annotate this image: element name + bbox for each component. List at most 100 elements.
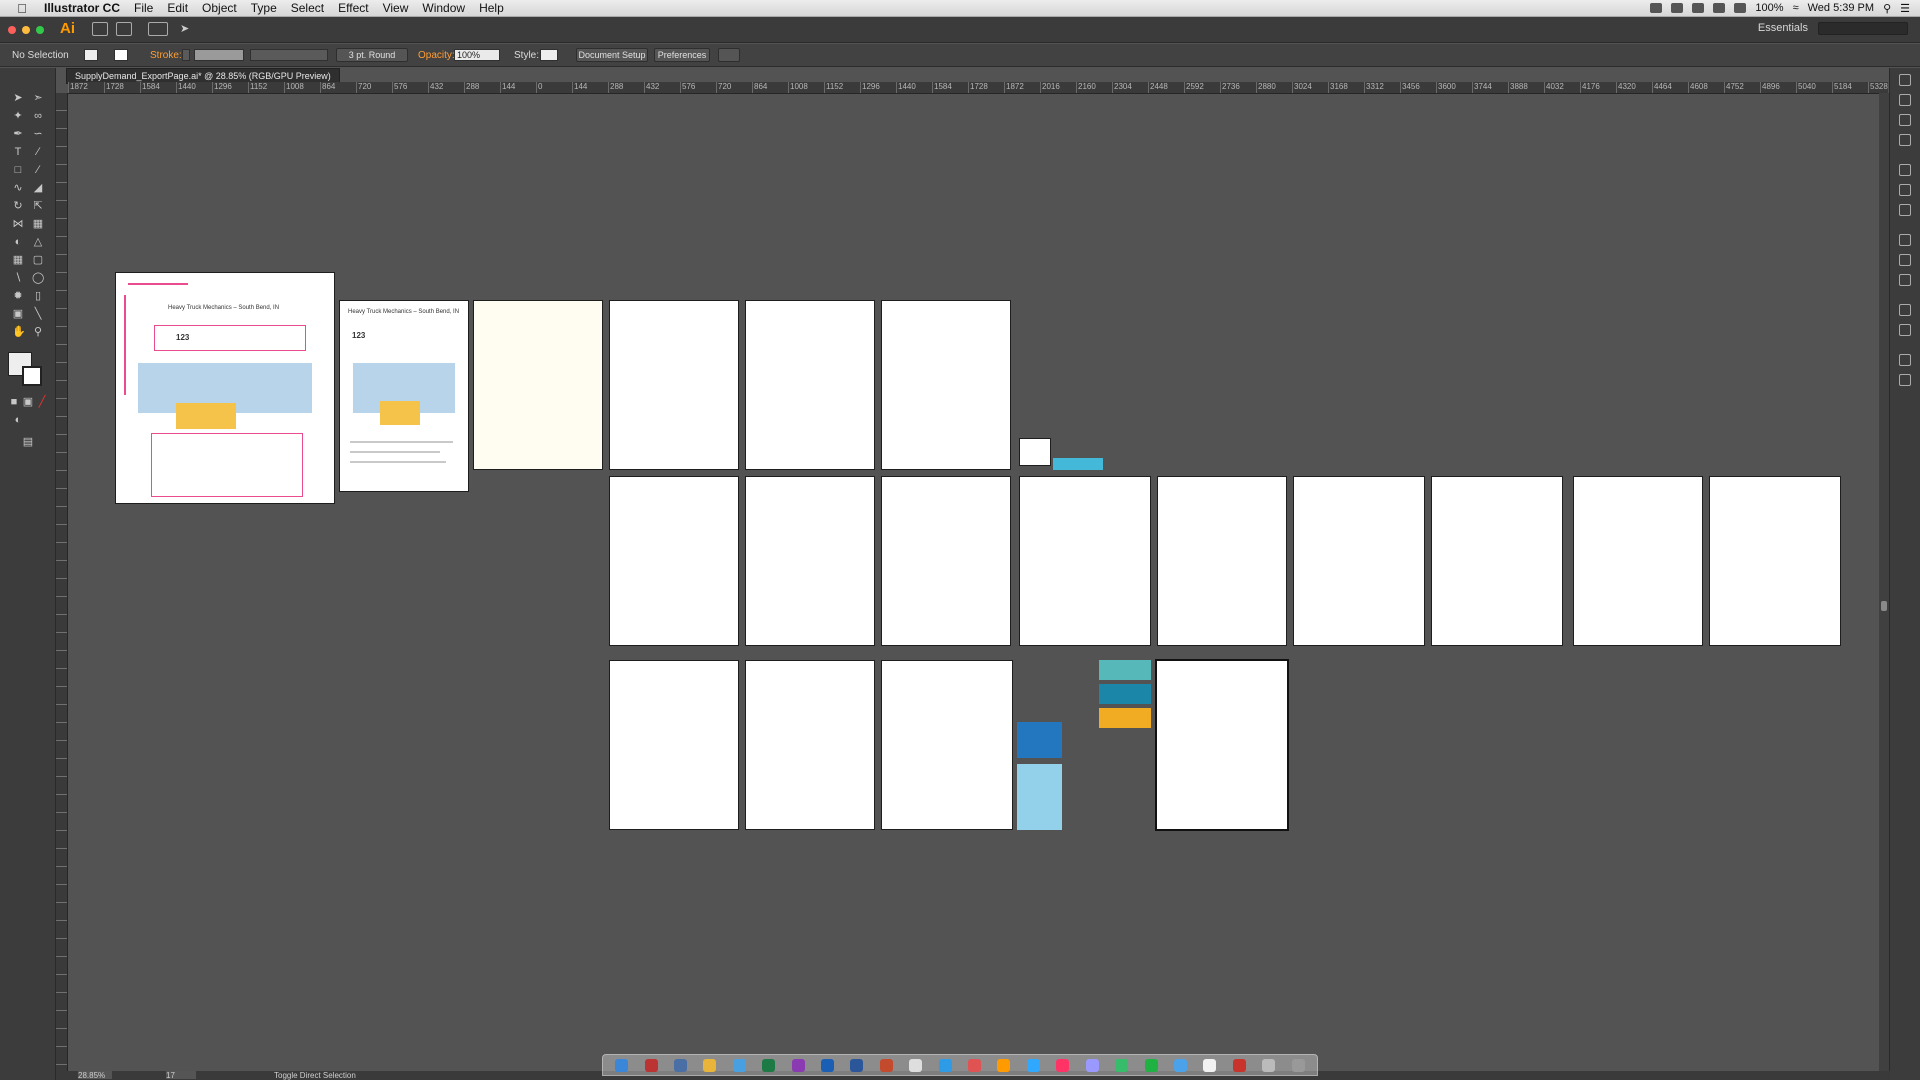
document-setup-button[interactable]: Document Setup <box>576 48 648 62</box>
dropbox-icon[interactable] <box>1650 3 1663 13</box>
menu-effect[interactable]: Effect <box>338 1 368 15</box>
none-mode-icon[interactable]: ╱ <box>36 396 48 408</box>
artboard-page-5[interactable] <box>745 300 875 470</box>
menu-select[interactable]: Select <box>291 1 324 15</box>
stroke-panel-icon[interactable] <box>1899 234 1911 246</box>
symbol-sprayer-tool-icon[interactable]: ✹ <box>12 290 24 302</box>
rotate-tool-icon[interactable]: ↻ <box>12 200 24 212</box>
artboard-page-12[interactable] <box>1293 476 1425 646</box>
menu-edit[interactable]: Edit <box>167 1 188 15</box>
display-icon[interactable] <box>1692 3 1705 13</box>
artboard-page-10[interactable] <box>1019 476 1151 646</box>
battery-label[interactable]: 100% <box>1755 2 1783 14</box>
perspective-grid-tool-icon[interactable]: △ <box>32 236 44 248</box>
muse-icon[interactable] <box>1115 1058 1129 1072</box>
artboard-page-9[interactable] <box>881 476 1011 646</box>
gradient-panel-icon[interactable] <box>1899 254 1911 266</box>
properties-panel-icon[interactable] <box>1899 94 1911 106</box>
close-window-icon[interactable] <box>8 26 16 34</box>
swatch-blue[interactable] <box>1017 722 1062 758</box>
evernote-icon[interactable] <box>1671 3 1684 13</box>
menu-view[interactable]: View <box>383 1 409 15</box>
slice-tool-icon[interactable]: ╲ <box>32 308 44 320</box>
panel-collapse-icon[interactable] <box>1899 74 1911 86</box>
outlook-icon[interactable] <box>821 1058 835 1072</box>
menu-help[interactable]: Help <box>479 1 504 15</box>
trash-icon[interactable] <box>1291 1058 1305 1072</box>
excel-icon[interactable] <box>762 1058 776 1072</box>
magic-wand-tool-icon[interactable]: ✦ <box>12 110 24 122</box>
artboard-page-7[interactable] <box>609 476 739 646</box>
artboard-page-14[interactable] <box>1573 476 1703 646</box>
pen-tool-icon[interactable]: ✒ <box>12 128 24 140</box>
vertical-scrollbar[interactable] <box>1879 93 1889 1071</box>
artboard-clean-layout[interactable]: Heavy Truck Mechanics – South Bend, IN 1… <box>339 300 469 492</box>
free-transform-tool-icon[interactable]: ▦ <box>32 218 44 230</box>
photoshop-icon[interactable] <box>1026 1058 1040 1072</box>
line-tool-icon[interactable]: ∕ <box>32 146 44 158</box>
column-graph-tool-icon[interactable]: ▯ <box>32 290 44 302</box>
layers-panel-icon[interactable] <box>1899 354 1911 366</box>
calendar-icon[interactable] <box>909 1058 923 1072</box>
skype-icon[interactable] <box>1173 1058 1187 1072</box>
artboard-annotated-layout[interactable]: Heavy Truck Mechanics – South Bend, IN 1… <box>115 272 335 504</box>
powerpoint-icon[interactable] <box>879 1058 893 1072</box>
wifi-icon[interactable]: ≈ <box>1793 2 1799 14</box>
indesign-icon[interactable] <box>1056 1058 1070 1072</box>
width-tool-icon[interactable]: ⋈ <box>12 218 24 230</box>
artboard-page-18[interactable] <box>881 660 1013 830</box>
safari-icon[interactable] <box>938 1058 952 1072</box>
scroll-thumb[interactable] <box>1881 601 1887 611</box>
artboard-page-6[interactable] <box>881 300 1011 470</box>
minimize-window-icon[interactable] <box>22 26 30 34</box>
artboard-page-16[interactable] <box>609 660 739 830</box>
menu-object[interactable]: Object <box>202 1 237 15</box>
eraser-tool-icon[interactable]: ◢ <box>32 182 44 194</box>
preferences-button[interactable]: Preferences <box>654 48 710 62</box>
stroke-color-swatch[interactable] <box>22 366 42 386</box>
stroke-swatch[interactable] <box>114 49 128 61</box>
opacity-label[interactable]: Opacity: <box>418 50 455 61</box>
photos-icon[interactable] <box>968 1058 982 1072</box>
type-tool-icon[interactable]: T <box>12 146 24 158</box>
notes-icon[interactable] <box>1203 1058 1217 1072</box>
rectangle-tool-icon[interactable]: □ <box>12 164 24 176</box>
zoom-level-input[interactable]: 28.85% <box>78 1071 112 1080</box>
color-mode-icon[interactable]: ■ <box>8 396 20 408</box>
artboard-page-19-selected[interactable] <box>1155 659 1289 831</box>
menu-file[interactable]: File <box>134 1 153 15</box>
illustrator-dock-icon[interactable] <box>997 1058 1011 1072</box>
artboard-page-8[interactable] <box>745 476 875 646</box>
messages-icon[interactable] <box>732 1058 746 1072</box>
swatch-teal[interactable] <box>1099 660 1151 680</box>
mesh-tool-icon[interactable]: ▦ <box>12 254 24 266</box>
symbols-panel-icon[interactable] <box>1899 204 1911 216</box>
artboard-page-11[interactable] <box>1157 476 1287 646</box>
direct-selection-tool-icon[interactable]: ➣ <box>32 92 44 104</box>
libraries-panel-icon[interactable] <box>1899 114 1911 126</box>
artboards-panel-icon[interactable] <box>1899 374 1911 386</box>
menu-window[interactable]: Window <box>422 1 465 15</box>
swatch-dark-teal[interactable] <box>1099 684 1151 704</box>
swatch-yellow[interactable] <box>1099 708 1151 728</box>
send-icon[interactable]: ➤ <box>180 22 194 35</box>
selection-tool-icon[interactable]: ➤ <box>12 92 24 104</box>
clock[interactable]: Wed 5:39 PM <box>1808 2 1874 14</box>
artboard-page-17[interactable] <box>745 660 875 830</box>
menu-type[interactable]: Type <box>251 1 277 15</box>
shaper-tool-icon[interactable]: ∿ <box>12 182 24 194</box>
word-icon[interactable] <box>850 1058 864 1072</box>
artboard-navigation-input[interactable]: 17 <box>166 1071 196 1080</box>
stock-icon[interactable] <box>116 22 132 36</box>
finder-icon[interactable] <box>615 1058 629 1072</box>
apple-icon[interactable]:  <box>14 1 30 16</box>
stroke-weight-input[interactable] <box>194 49 244 61</box>
creative-cloud-icon[interactable] <box>1713 3 1726 13</box>
artboard-page-13[interactable] <box>1431 476 1563 646</box>
opacity-input[interactable]: 100% <box>454 49 500 61</box>
onenote-icon[interactable] <box>791 1058 805 1072</box>
after-effects-icon[interactable] <box>1085 1058 1099 1072</box>
spotify-icon[interactable] <box>1144 1058 1158 1072</box>
swatches-panel-icon[interactable] <box>1899 164 1911 176</box>
paintbrush-tool-icon[interactable]: ∕ <box>32 164 44 176</box>
